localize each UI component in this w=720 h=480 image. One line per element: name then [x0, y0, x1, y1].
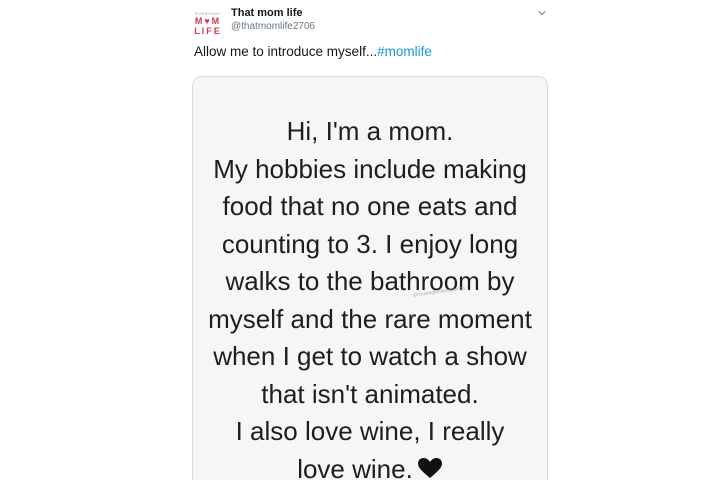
- page: EVERYDAY M♥M LIFE That mom life @thatmom…: [0, 0, 720, 480]
- media-line: walks to the bathroom by: [225, 266, 515, 296]
- chevron-down-icon[interactable]: [535, 6, 549, 20]
- tweet-media-image[interactable]: Hi, I'm a mom. My hobbies include making…: [192, 76, 548, 480]
- media-line: myself and the rare moment: [208, 303, 532, 334]
- avatar-logo-line-1: M♥M: [194, 15, 222, 26]
- handle[interactable]: @thatmomlife2706: [231, 20, 315, 34]
- media-line-text: love wine.: [297, 453, 413, 480]
- media-line: that isn't animated.: [261, 378, 479, 409]
- media-line: counting to 3. I enjoy long: [221, 228, 519, 259]
- media-text: Hi, I'm a mom. My hobbies include making…: [193, 113, 547, 480]
- avatar-logo-line-2: LIFE: [194, 25, 222, 36]
- display-name[interactable]: That mom life: [231, 6, 315, 20]
- avatar[interactable]: EVERYDAY M♥M LIFE: [191, 6, 225, 40]
- media-line: My hobbies include making: [213, 153, 527, 184]
- media-line: when I get to watch a show: [213, 341, 527, 371]
- tweet-text-body: Allow me to introduce myself...: [194, 44, 378, 59]
- media-line: I also love wine, I really: [235, 416, 505, 446]
- hashtag-link[interactable]: #momlife: [377, 44, 432, 59]
- author-block: That mom life @thatmomlife2706: [231, 6, 315, 34]
- tweet-text: Allow me to introduce myself...#momlife: [194, 44, 432, 59]
- media-line: food that no one eats and: [222, 191, 518, 221]
- heart-icon: [417, 452, 443, 480]
- media-line: Hi, I'm a mom.: [286, 116, 454, 146]
- media-line-last: love wine.: [193, 451, 547, 480]
